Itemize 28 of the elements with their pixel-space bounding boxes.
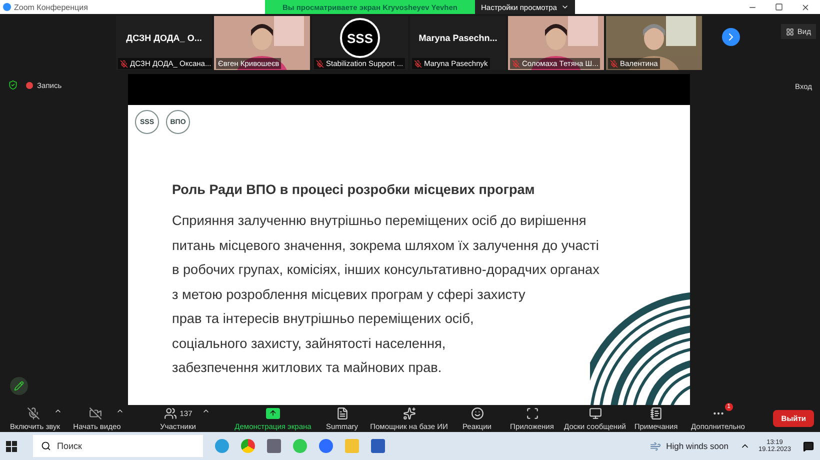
search-field[interactable]: Поиск (33, 435, 203, 457)
participants-icon (164, 406, 177, 420)
notes-icon (650, 406, 662, 420)
windows-start-icon[interactable] (6, 440, 17, 452)
slide-text: Сприяння залученню внутрішньо переміщених осіб до вирішення питань місцевого значення, зокрема шляхом їх залучення до участі в робочих групах, комісіях, інших консультативно-дорадчих органах з метою розроблення місцевих програм у сфері захисту прав та інтересів внутрішньо переміщених осіб, соціального захисту, зайнятості населення, забезпечення житлових та майнових прав. (172, 212, 600, 377)
maximize-icon[interactable] (775, 2, 783, 10)
slide-title: Роль Ради ВПО в процесі розробки місцевих програм (172, 182, 536, 197)
annotate-button[interactable] (10, 377, 28, 395)
shield-icon[interactable] (8, 80, 18, 90)
search-icon (41, 441, 51, 451)
close-icon[interactable] (801, 2, 810, 12)
grid-icon (786, 28, 794, 36)
participant-logo: SSS (340, 18, 380, 58)
participant-name: Maryna Pasechn... (418, 33, 498, 43)
participant-name: ДСЗН ДОДА_ О... (126, 33, 202, 43)
window-title: Zoom Конференция (3, 2, 88, 12)
boards-icon (588, 406, 602, 420)
wind-icon (650, 440, 662, 452)
assistant-icon (402, 406, 416, 420)
reactions-icon (470, 406, 484, 420)
notifications-icon[interactable] (803, 440, 814, 452)
caret-icon (561, 3, 569, 11)
weather-widget[interactable]: High winds soon (650, 440, 728, 452)
summary-icon (336, 406, 348, 420)
next-page-button[interactable] (722, 28, 740, 46)
apps-icon (526, 406, 538, 420)
share-screen-icon (266, 408, 280, 418)
pencil-icon (14, 381, 24, 391)
